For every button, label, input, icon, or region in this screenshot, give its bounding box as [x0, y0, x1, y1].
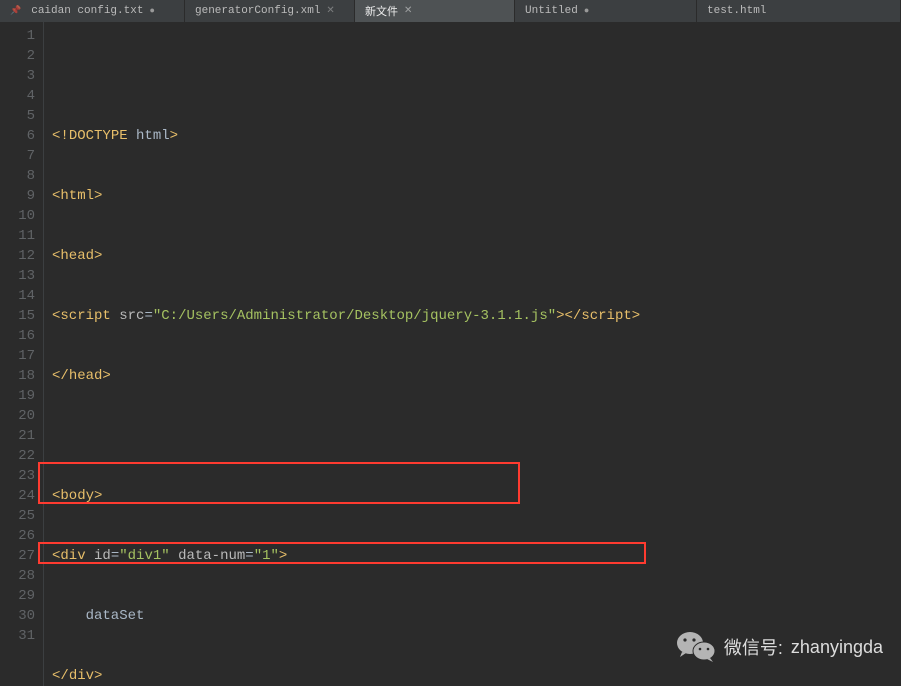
code-line: <body> [52, 486, 640, 506]
wechat-watermark: 微信号: zhanyingda [676, 630, 883, 664]
line-number: 22 [0, 446, 35, 466]
line-number: 20 [0, 406, 35, 426]
line-number: 2 [0, 46, 35, 66]
wechat-icon [676, 630, 716, 664]
code-line: <div id="div1" data-num="1"> [52, 546, 640, 566]
line-number: 8 [0, 166, 35, 186]
tab-label: test.html [707, 5, 766, 17]
line-number: 27 [0, 546, 35, 566]
line-number: 19 [0, 386, 35, 406]
line-number: 4 [0, 86, 35, 106]
tab-3[interactable]: 新文件 ✕ [355, 0, 515, 22]
line-number: 26 [0, 526, 35, 546]
tab-label: Untitled [525, 5, 578, 17]
tab-label: caidan config.txt [31, 5, 143, 17]
code-line [52, 426, 640, 446]
code-area[interactable]: <!DOCTYPE html> <html> <head> <script sr… [44, 22, 640, 686]
line-number: 3 [0, 66, 35, 86]
line-number: 13 [0, 266, 35, 286]
line-number-gutter: 1 2 3 4 5 6 7 8 9 10 11 12 13 14 15 16 1… [0, 22, 44, 686]
code-line: </head> [52, 366, 640, 386]
tab-1[interactable]: caidan config.txt ● [0, 0, 185, 22]
editor: 1 2 3 4 5 6 7 8 9 10 11 12 13 14 15 16 1… [0, 22, 901, 686]
line-number: 11 [0, 226, 35, 246]
line-number: 23 [0, 466, 35, 486]
code-line: <html> [52, 186, 640, 206]
line-number: 10 [0, 206, 35, 226]
code-line: </div> [52, 666, 640, 686]
line-number: 16 [0, 326, 35, 346]
close-icon[interactable]: ✕ [404, 5, 412, 17]
line-number: 7 [0, 146, 35, 166]
line-number: 14 [0, 286, 35, 306]
tab-modified-icon: ● [149, 6, 154, 16]
line-number: 18 [0, 366, 35, 386]
line-number: 28 [0, 566, 35, 586]
tab-5[interactable]: test.html [697, 0, 901, 22]
line-number: 6 [0, 126, 35, 146]
watermark-label: 微信号: [724, 634, 783, 660]
line-number: 25 [0, 506, 35, 526]
line-number: 15 [0, 306, 35, 326]
watermark-id: zhanyingda [791, 637, 883, 658]
line-number: 30 [0, 606, 35, 626]
tab-4[interactable]: Untitled ● [515, 0, 697, 22]
line-number: 9 [0, 186, 35, 206]
line-number: 21 [0, 426, 35, 446]
line-number: 31 [0, 626, 35, 646]
code-line: <!DOCTYPE html> [52, 126, 640, 146]
close-icon[interactable]: ✕ [326, 5, 334, 17]
tab-label: generatorConfig.xml [195, 5, 320, 17]
code-line: <script src="C:/Users/Administrator/Desk… [52, 306, 640, 326]
tab-label: 新文件 [365, 3, 398, 19]
tab-bar: caidan config.txt● generatorConfig.xml✕ … [0, 0, 901, 22]
line-number: 12 [0, 246, 35, 266]
tab-modified-icon: ● [584, 6, 589, 16]
tab-2[interactable]: generatorConfig.xml ✕ [185, 0, 355, 22]
line-number: 29 [0, 586, 35, 606]
code-line: dataSet [52, 606, 640, 626]
code-line: <head> [52, 246, 640, 266]
line-number: 24 [0, 486, 35, 506]
line-number: 1 [0, 26, 35, 46]
line-number: 5 [0, 106, 35, 126]
line-number: 17 [0, 346, 35, 366]
